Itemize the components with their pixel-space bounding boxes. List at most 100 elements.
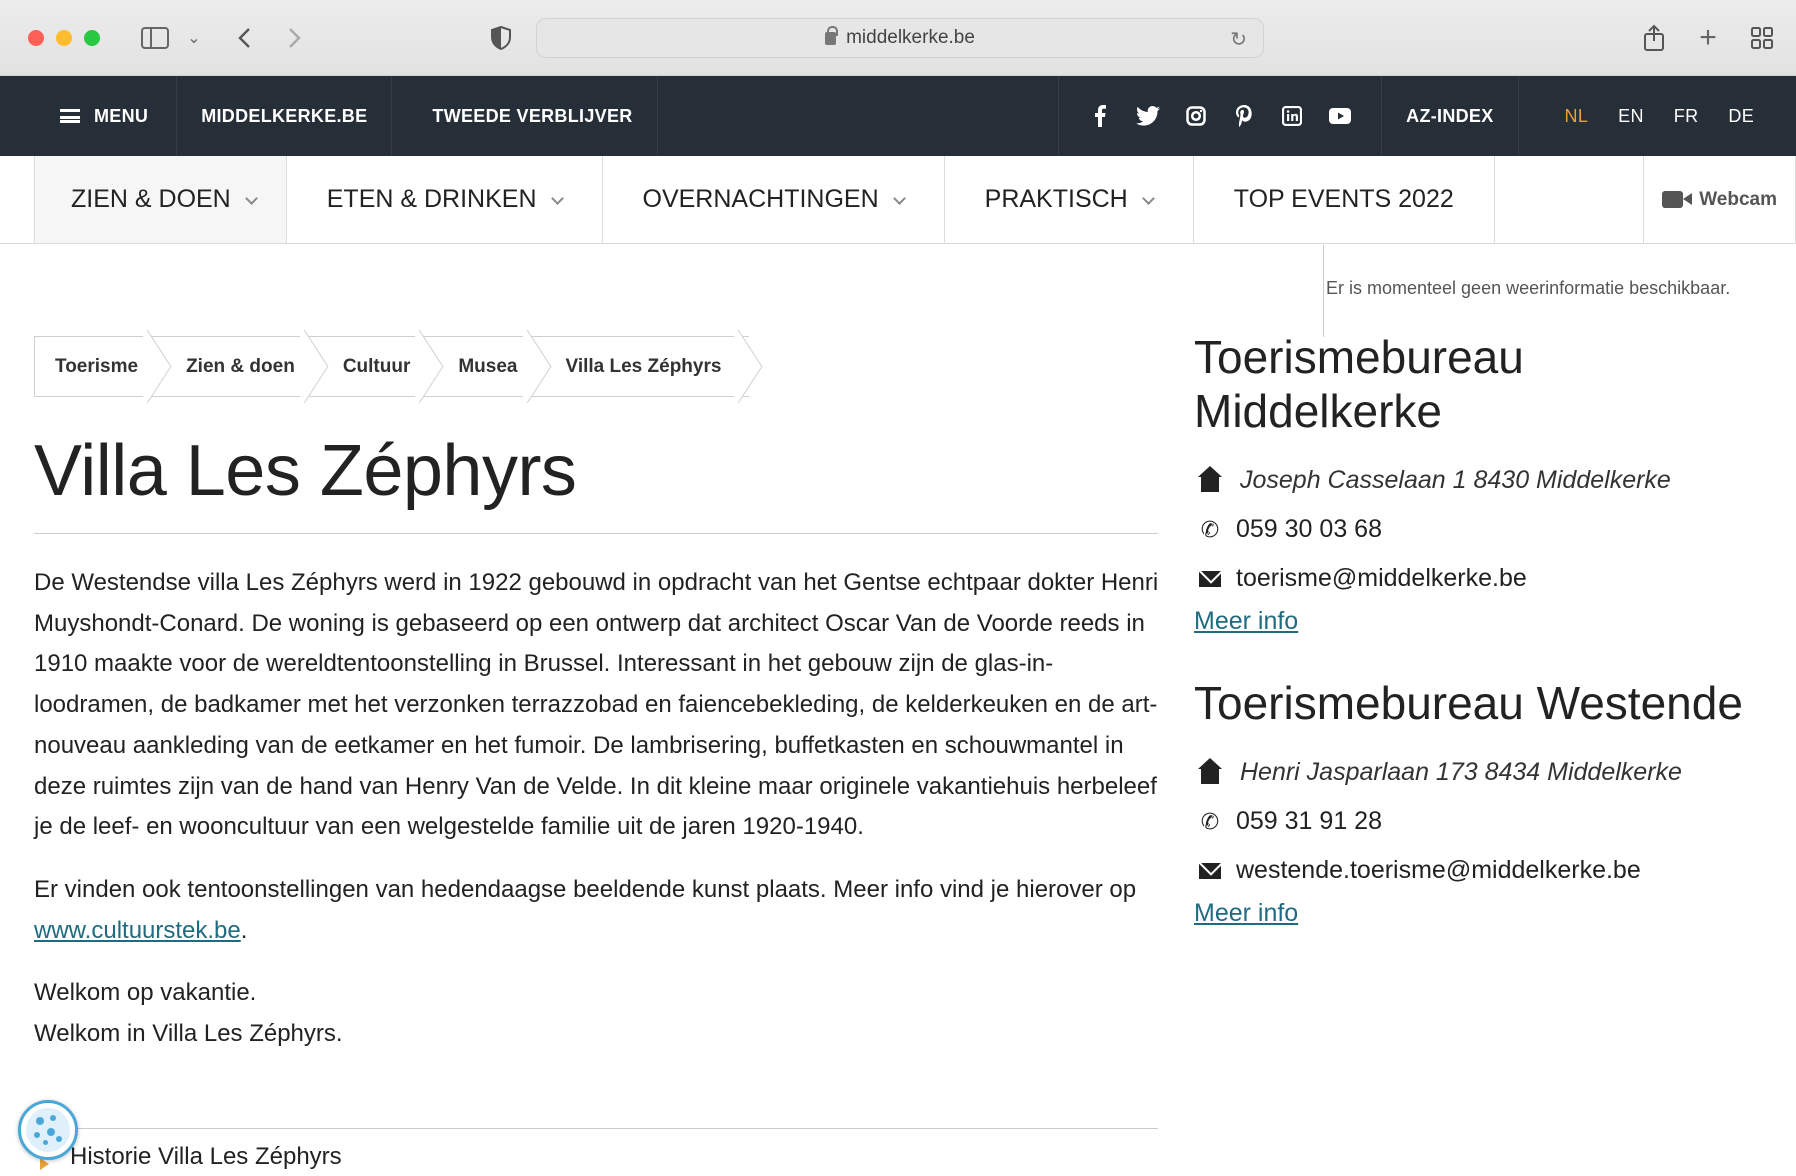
forward-icon[interactable] bbox=[283, 22, 307, 54]
chevron-down-icon bbox=[1141, 192, 1155, 205]
nav-overnachtingen[interactable]: OVERNACHTINGEN bbox=[603, 156, 945, 243]
email-line[interactable]: toerisme@middelkerke.be bbox=[1194, 554, 1774, 603]
email-line[interactable]: westende.toerisme@middelkerke.be bbox=[1194, 846, 1774, 895]
lang-de[interactable]: DE bbox=[1728, 106, 1754, 127]
phone-text: 059 31 91 28 bbox=[1236, 807, 1382, 835]
chevron-down-icon bbox=[550, 192, 564, 205]
phone-line[interactable]: ✆ 059 30 03 68 bbox=[1194, 505, 1774, 554]
office-title: Toerismebureau Middelkerke bbox=[1194, 331, 1524, 437]
email-text: toerisme@middelkerke.be bbox=[1236, 564, 1527, 592]
cultuurstek-link[interactable]: www.cultuurstek.be bbox=[34, 917, 241, 944]
nav-top-events-label: TOP EVENTS 2022 bbox=[1233, 185, 1454, 213]
chevron-down-icon bbox=[244, 192, 258, 205]
weather-message: Er is momenteel geen weerinformatie besc… bbox=[1326, 278, 1731, 298]
breadcrumb-item-current: Villa Les Zéphyrs bbox=[538, 337, 750, 396]
paragraph: De Westendse villa Les Zéphyrs werd in 1… bbox=[34, 569, 1159, 841]
pinterest-icon[interactable] bbox=[1231, 104, 1257, 128]
divider bbox=[34, 1128, 1158, 1129]
mail-icon bbox=[1199, 570, 1221, 587]
minimize-window-button[interactable] bbox=[56, 30, 72, 46]
office-title: Toerismebureau Westende bbox=[1194, 677, 1743, 729]
address-line: Henri Jasparlaan 173 8434 Middelkerke bbox=[1194, 748, 1774, 797]
mail-icon bbox=[1199, 862, 1221, 879]
weather-widget: Er is momenteel geen weerinformatie besc… bbox=[1323, 245, 1763, 337]
lang-nl[interactable]: NL bbox=[1565, 106, 1589, 127]
home-icon bbox=[1198, 757, 1222, 784]
phone-icon: ✆ bbox=[1200, 516, 1220, 542]
close-window-button[interactable] bbox=[28, 30, 44, 46]
main-navigation: ZIEN & DOEN ETEN & DRINKEN OVERNACHTINGE… bbox=[0, 156, 1796, 244]
hamburger-icon bbox=[60, 109, 80, 123]
phone-icon: ✆ bbox=[1200, 808, 1220, 834]
az-index-label: AZ-INDEX bbox=[1406, 105, 1494, 126]
share-icon[interactable] bbox=[1640, 22, 1668, 54]
paragraph: Er vinden ook tentoonstellingen van hede… bbox=[34, 875, 1137, 944]
divider bbox=[34, 533, 1158, 534]
phone-line[interactable]: ✆ 059 31 91 28 bbox=[1194, 797, 1774, 846]
address-text: Joseph Casselaan 1 8430 Middelkerke bbox=[1240, 466, 1671, 494]
webcam-link[interactable]: Webcam bbox=[1644, 156, 1796, 243]
second-home-label: TWEEDE VERBLIJVER bbox=[432, 105, 633, 126]
breadcrumb-item[interactable]: Cultuur bbox=[315, 337, 431, 396]
cookie-icon bbox=[26, 1108, 70, 1152]
nav-praktisch-label: PRAKTISCH bbox=[984, 185, 1128, 213]
social-links bbox=[1059, 76, 1383, 156]
office-middelkerke: Toerismebureau Middelkerke Joseph Cassel… bbox=[1194, 330, 1774, 636]
breadcrumb-label: Cultuur bbox=[342, 355, 411, 377]
nav-eten-drinken[interactable]: ETEN & DRINKEN bbox=[287, 156, 603, 243]
zoom-window-button[interactable] bbox=[84, 30, 100, 46]
second-home-link[interactable]: TWEEDE VERBLIJVER bbox=[392, 76, 658, 156]
reload-icon[interactable]: ↻ bbox=[1230, 27, 1247, 52]
breadcrumb-item[interactable]: Zien & doen bbox=[158, 337, 315, 396]
new-tab-icon[interactable]: + bbox=[1694, 21, 1722, 54]
chevron-down-icon bbox=[892, 192, 906, 205]
facebook-icon[interactable] bbox=[1087, 104, 1113, 128]
article-body: De Westendse villa Les Zéphyrs werd in 1… bbox=[34, 563, 1164, 1077]
accordion-historie[interactable]: Historie Villa Les Zéphyrs bbox=[70, 1143, 342, 1171]
twitter-icon[interactable] bbox=[1135, 104, 1161, 128]
site-link[interactable]: MIDDELKERKE.BE bbox=[177, 76, 393, 156]
back-icon[interactable] bbox=[232, 22, 256, 54]
tourism-offices-sidebar: Toerismebureau Middelkerke Joseph Cassel… bbox=[1194, 330, 1774, 928]
nav-overnachtingen-label: OVERNACHTINGEN bbox=[642, 185, 879, 213]
az-index-link[interactable]: AZ-INDEX bbox=[1382, 76, 1519, 156]
lang-fr[interactable]: FR bbox=[1674, 106, 1699, 127]
meer-info-link[interactable]: Meer info bbox=[1194, 899, 1298, 928]
nav-zien-doen[interactable]: ZIEN & DOEN bbox=[34, 156, 287, 243]
address-bar[interactable]: middelkerke.be ↻ bbox=[536, 18, 1264, 58]
chevron-down-icon[interactable]: ⌄ bbox=[184, 22, 204, 54]
paragraph: Welkom op vakantie. Welkom in Villa Les Z… bbox=[34, 979, 343, 1048]
address-text: Henri Jasparlaan 173 8434 Middelkerke bbox=[1240, 758, 1682, 786]
window-controls bbox=[28, 30, 100, 46]
breadcrumb-label: Zien & doen bbox=[186, 355, 295, 377]
instagram-icon[interactable] bbox=[1183, 104, 1209, 128]
nav-top-events[interactable]: TOP EVENTS 2022 bbox=[1194, 156, 1495, 243]
menu-label: MENU bbox=[94, 105, 149, 126]
nav-eten-drinken-label: ETEN & DRINKEN bbox=[326, 185, 537, 213]
nav-praktisch[interactable]: PRAKTISCH bbox=[945, 156, 1194, 243]
linkedin-icon[interactable] bbox=[1279, 104, 1305, 128]
address-line: Joseph Casselaan 1 8430 Middelkerke bbox=[1194, 456, 1774, 505]
video-camera-icon bbox=[1662, 191, 1693, 208]
breadcrumb-label: Villa Les Zéphyrs bbox=[565, 355, 722, 377]
cookie-settings-button[interactable] bbox=[18, 1100, 78, 1160]
youtube-icon[interactable] bbox=[1327, 104, 1353, 128]
sidebar-toggle-icon[interactable] bbox=[140, 22, 170, 54]
nav-zien-doen-label: ZIEN & DOEN bbox=[71, 185, 231, 213]
breadcrumb: Toerisme Zien & doen Cultuur Musea Villa… bbox=[34, 336, 750, 397]
breadcrumb-item[interactable]: Toerisme bbox=[35, 337, 158, 396]
office-westende: Toerismebureau Westende Henri Jasparlaan… bbox=[1194, 676, 1774, 928]
site-label: MIDDELKERKE.BE bbox=[201, 105, 368, 126]
breadcrumb-label: Musea bbox=[458, 355, 518, 377]
menu-button[interactable]: MENU bbox=[0, 76, 178, 156]
webcam-label: Webcam bbox=[1699, 188, 1777, 210]
url-text: middelkerke.be bbox=[846, 27, 975, 48]
lang-en[interactable]: EN bbox=[1618, 106, 1644, 127]
tab-overview-icon[interactable] bbox=[1748, 22, 1776, 54]
browser-toolbar: ⌄ middelkerke.be ↻ + bbox=[0, 0, 1796, 76]
breadcrumb-label: Toerisme bbox=[55, 355, 139, 377]
breadcrumb-item[interactable]: Musea bbox=[430, 337, 537, 396]
shield-icon[interactable] bbox=[488, 22, 514, 54]
top-navigation: MENU MIDDELKERKE.BE TWEEDE VERBLIJVER AZ… bbox=[0, 76, 1796, 156]
meer-info-link[interactable]: Meer info bbox=[1194, 607, 1298, 636]
